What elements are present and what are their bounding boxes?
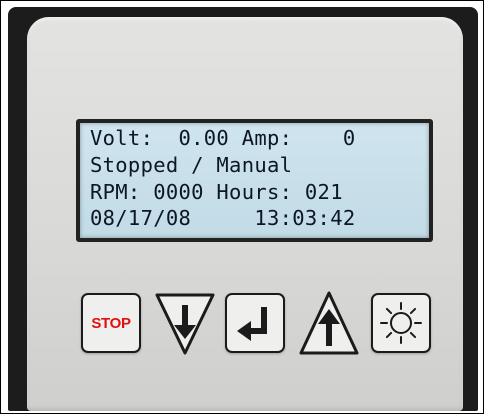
lcd-line-date-time: 08/17/08 13:03:42 — [90, 206, 356, 230]
stop-button[interactable]: STOP — [81, 293, 141, 353]
up-button[interactable] — [297, 289, 361, 357]
up-arrow-icon — [299, 291, 359, 355]
enter-return-icon — [237, 307, 267, 341]
enter-button[interactable] — [225, 293, 285, 353]
lcd-line-rpm-hours: RPM: 0000 Hours: 021 — [90, 180, 343, 204]
backlight-button[interactable] — [371, 293, 431, 353]
stop-button-label: STOP — [91, 315, 131, 332]
sun-brightness-icon — [380, 302, 422, 344]
down-arrow-icon — [155, 293, 215, 355]
photo-frame: Volt: 0.00 Amp: 0 Stopped / Manual RPM: … — [0, 0, 484, 414]
down-button[interactable] — [153, 291, 217, 357]
lcd-display: Volt: 0.00 Amp: 0 Stopped / Manual RPM: … — [80, 123, 429, 238]
lcd-line-volt-amp: Volt: 0.00 Amp: 0 — [90, 126, 356, 150]
lcd-line-status: Stopped / Manual — [90, 153, 293, 177]
